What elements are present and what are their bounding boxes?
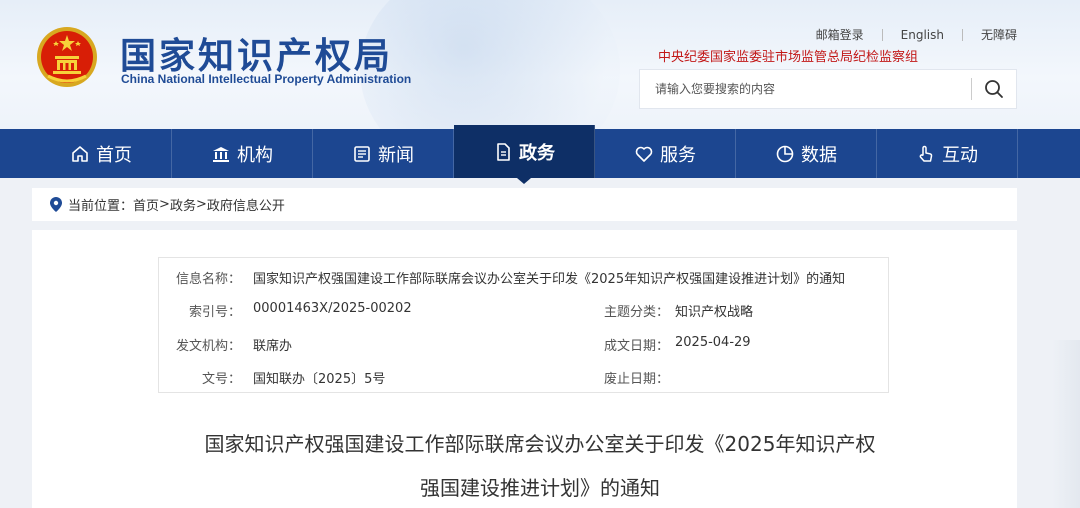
- nav-item-home[interactable]: 首页: [31, 129, 172, 178]
- accessibility-link[interactable]: 无障碍: [981, 26, 1017, 43]
- institution-icon: [213, 146, 229, 162]
- news-icon: [354, 145, 370, 162]
- nav-item-label: 机构: [237, 144, 273, 166]
- nav-item-label: 政务: [519, 142, 555, 164]
- info-date-value: 2025-04-29: [675, 335, 751, 350]
- info-docno-value: 国知联办〔2025〕5号: [253, 372, 386, 387]
- discipline-inspection-link[interactable]: 中央纪委国家监委驻市场监管总局纪检监察组: [658, 46, 918, 65]
- breadcrumb-government-info[interactable]: 政府信息公开: [207, 195, 285, 214]
- data-icon: [776, 145, 794, 162]
- site-logo-english[interactable]: China National Intellectual Property Adm…: [121, 72, 411, 86]
- info-index-label: 索引号：: [188, 305, 241, 320]
- service-icon: [635, 146, 653, 162]
- link-divider: [961, 28, 963, 41]
- english-link[interactable]: English: [901, 28, 944, 42]
- search-button[interactable]: [972, 70, 1016, 108]
- info-docno-label: 文号：: [201, 372, 241, 387]
- search-box: [639, 69, 1017, 109]
- info-index-value: 00001463X/2025-00202: [253, 301, 412, 316]
- document-info-table: 信息名称： 国家知识产权强国建设工作部际联席会议办公室关于印发《2025年知识产…: [158, 257, 889, 393]
- nav-item-government-affairs[interactable]: 政务: [454, 125, 595, 184]
- info-date-label: 成文日期：: [603, 339, 669, 354]
- header-background-decoration: [360, 0, 620, 129]
- nav-item-data[interactable]: 数据: [736, 129, 877, 178]
- info-topic-value: 知识产权战略: [675, 305, 754, 320]
- breadcrumb-separator: >: [159, 197, 170, 212]
- breadcrumb-prefix: 当前位置：: [68, 199, 134, 214]
- page-side-shadow: [1052, 340, 1080, 508]
- info-row: 索引号： 00001463X/2025-00202 主题分类： 知识产权战略: [159, 301, 888, 321]
- interaction-icon: [919, 145, 933, 162]
- info-issuer-value: 联席办: [253, 339, 293, 354]
- nav-item-news[interactable]: 新闻: [313, 129, 454, 178]
- info-row: 发文机构： 联席办 成文日期： 2025-04-29: [159, 335, 888, 355]
- document-icon: [497, 142, 510, 161]
- info-topic-label: 主题分类：: [603, 305, 669, 320]
- article-title-line-2: 强国建设推进计划》的通知: [420, 476, 660, 500]
- nav-item-label: 新闻: [378, 144, 414, 166]
- search-input[interactable]: [640, 82, 971, 96]
- nav-item-service[interactable]: 服务: [595, 129, 736, 178]
- nav-item-label: 服务: [660, 144, 696, 166]
- breadcrumb-home[interactable]: 首页: [133, 195, 159, 214]
- search-icon: [985, 80, 1003, 98]
- info-row: 信息名称： 国家知识产权强国建设工作部际联席会议办公室关于印发《2025年知识产…: [159, 268, 888, 288]
- site-header: 国家知识产权局 China National Intellectual Prop…: [0, 0, 1080, 129]
- breadcrumb-government-affairs[interactable]: 政务: [170, 195, 196, 214]
- info-row: 文号： 国知联办〔2025〕5号 废止日期：: [159, 368, 888, 388]
- nav-item-interaction[interactable]: 互动: [877, 129, 1018, 178]
- nav-item-label: 首页: [96, 144, 132, 166]
- home-icon: [72, 145, 88, 162]
- email-login-link[interactable]: 邮箱登录: [816, 26, 864, 43]
- info-issuer-label: 发文机构：: [175, 339, 241, 354]
- info-abolish-label: 废止日期：: [603, 372, 669, 387]
- nav-item-label: 数据: [801, 144, 837, 166]
- main-navigation: 首页 机构 新闻 政务 服务 数据 互动: [0, 125, 1080, 184]
- link-divider: [881, 28, 883, 41]
- nav-item-label: 互动: [942, 144, 978, 166]
- info-name-label: 信息名称：: [175, 272, 241, 287]
- breadcrumb: 当前位置： 首页 > 政务 > 政府信息公开: [32, 188, 1017, 221]
- article-title-line-1: 国家知识产权强国建设工作部际联席会议办公室关于印发《2025年知识产权: [204, 432, 876, 456]
- breadcrumb-separator: >: [195, 197, 207, 212]
- location-pin-icon: [50, 197, 62, 212]
- nav-item-institution[interactable]: 机构: [172, 129, 313, 178]
- top-links: 邮箱登录 English 无障碍: [816, 26, 1017, 43]
- info-name-value: 国家知识产权强国建设工作部际联席会议办公室关于印发《2025年知识产权强国建设推…: [253, 272, 846, 287]
- national-emblem-icon: [37, 27, 97, 87]
